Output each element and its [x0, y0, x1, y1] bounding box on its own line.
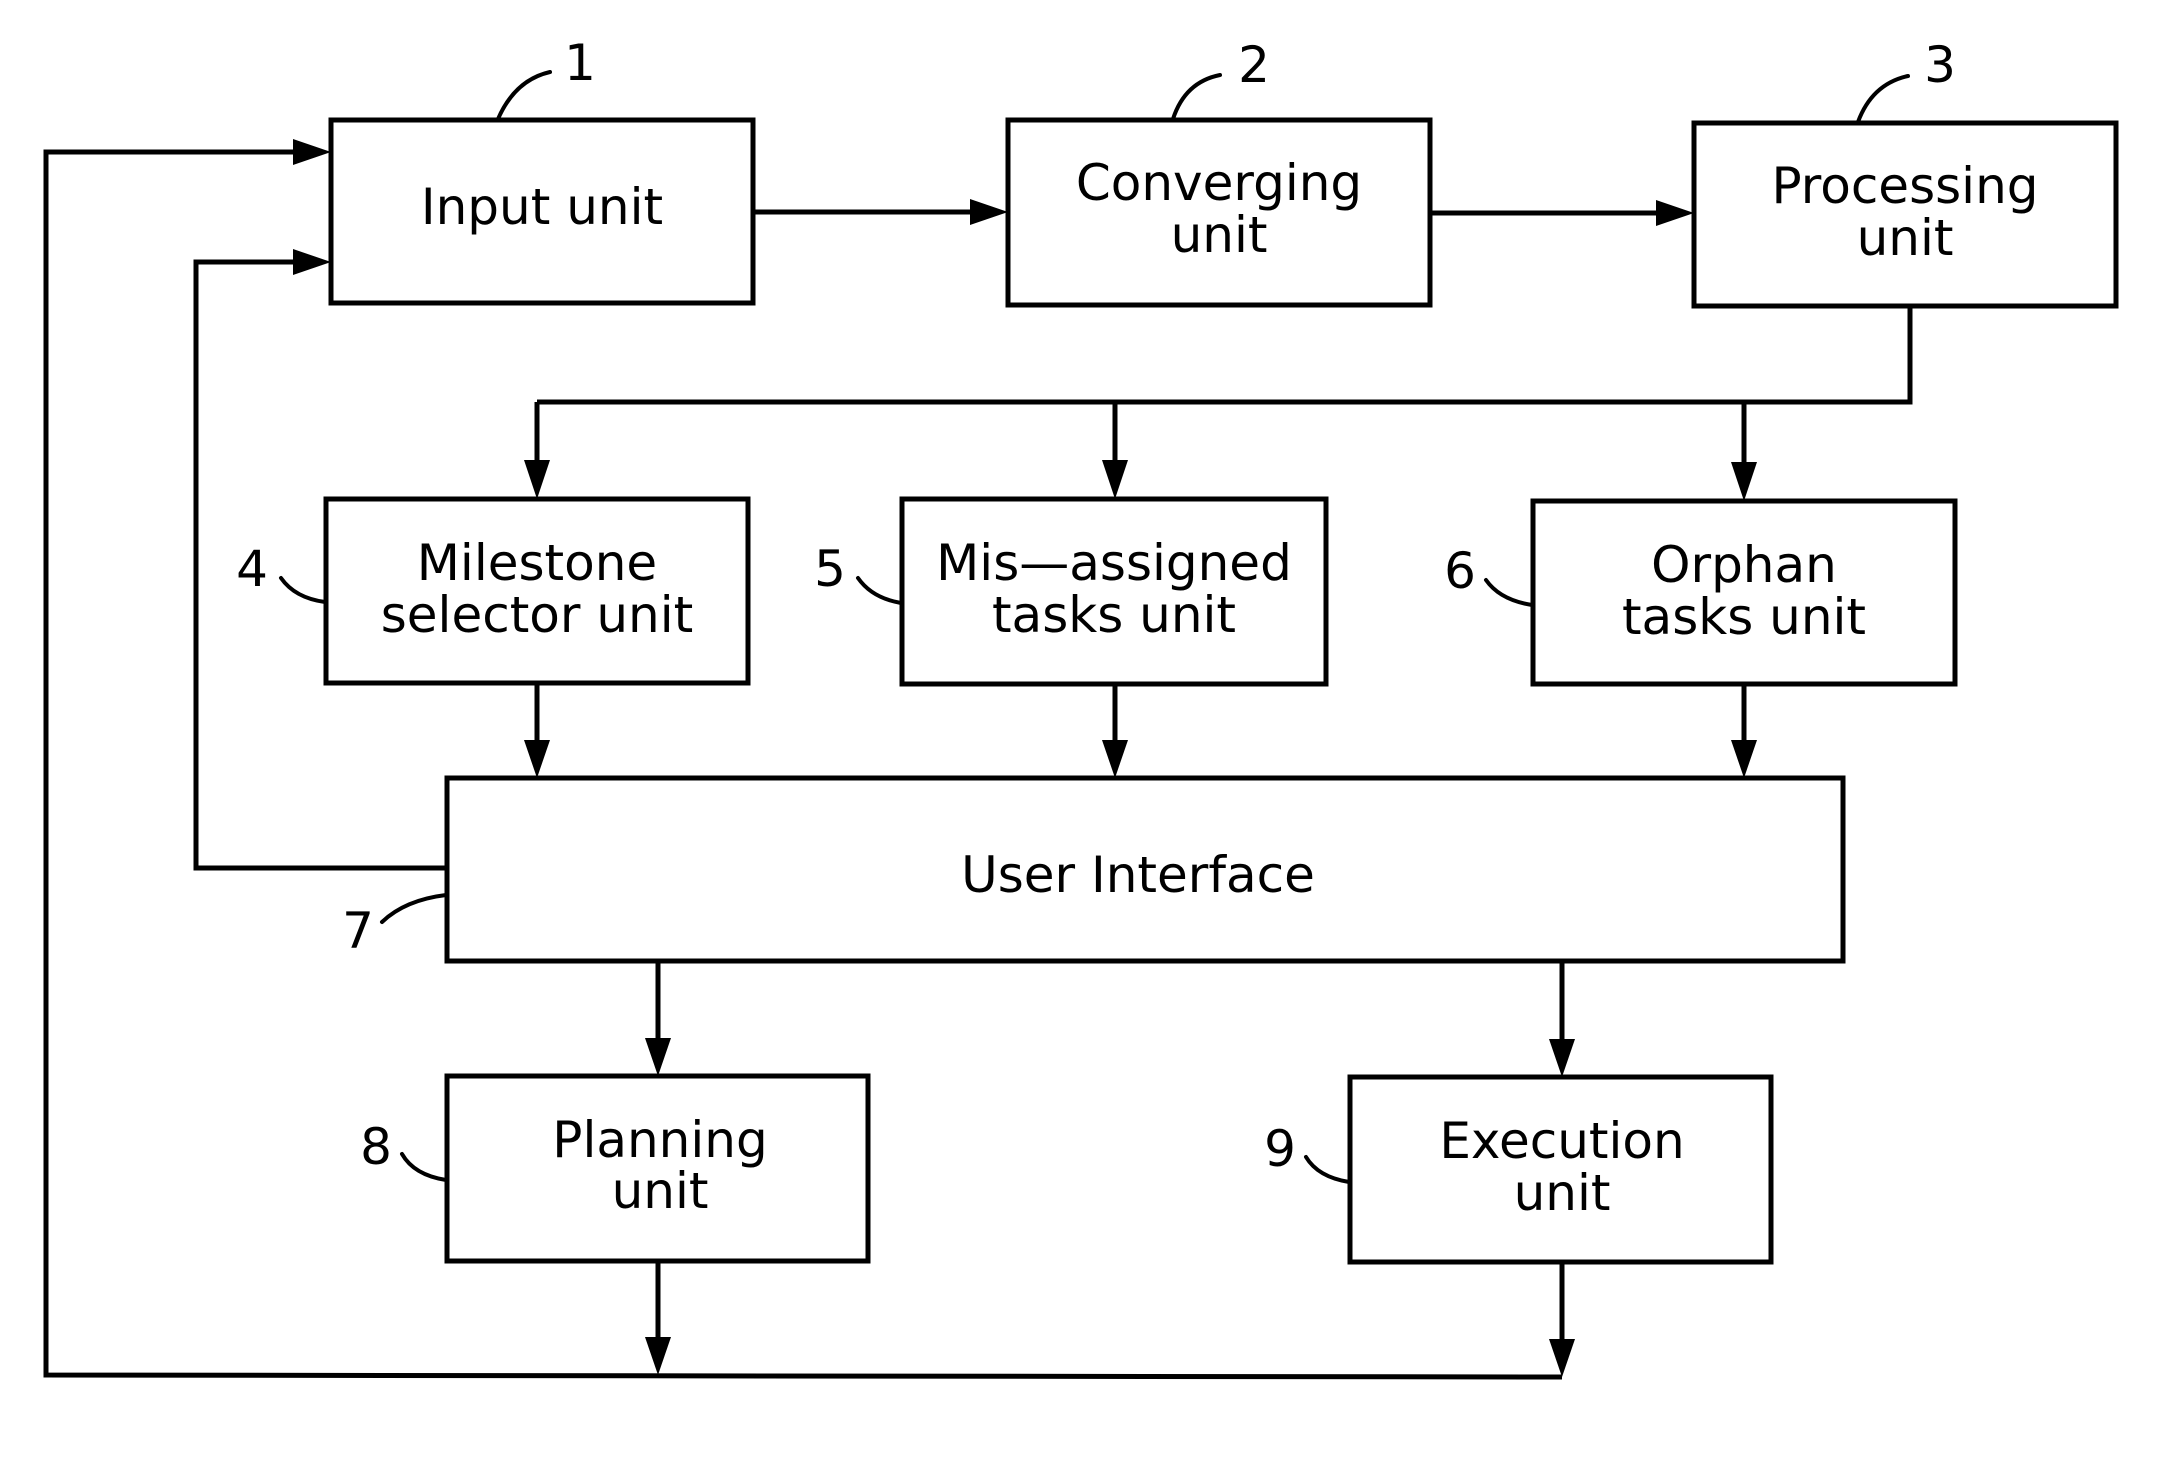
leader-5 — [856, 576, 903, 605]
wire-processing-bus — [537, 306, 1913, 405]
arrowhead-misassigned-in — [1102, 460, 1128, 499]
unit-orphan-tasks: Orphan tasks unit 6 — [1444, 498, 1958, 687]
unit-misassigned-tasks: Mis—assigned tasks unit 5 — [814, 496, 1329, 687]
unit-milestone-label-line1: Milestone — [417, 534, 657, 592]
unit-orphan-label-line2: tasks unit — [1622, 588, 1866, 646]
unit-converging: Converging unit 2 — [1005, 36, 1433, 308]
ref-number-1: 1 — [564, 34, 596, 92]
unit-misassigned-label-line2: tasks unit — [992, 586, 1236, 644]
leader-6 — [1484, 578, 1534, 607]
arrowhead-planning-in — [645, 1038, 671, 1076]
leader-1 — [496, 70, 552, 121]
arrowhead-converging-in — [970, 199, 1008, 225]
arrowhead-bottom-bus-1 — [645, 1337, 671, 1375]
arrowhead-input-in-1 — [293, 139, 331, 165]
leader-4 — [279, 576, 327, 604]
unit-planning-label-line1: Planning — [552, 1111, 767, 1169]
arrowhead-execution-in — [1549, 1039, 1575, 1077]
unit-misassigned-label-line1: Mis—assigned — [936, 534, 1292, 592]
ref-number-9: 9 — [1264, 1120, 1296, 1178]
unit-input: Input unit 1 — [328, 34, 756, 306]
ref-number-2: 2 — [1238, 36, 1270, 94]
unit-execution-label-line1: Execution — [1439, 1112, 1684, 1170]
leader-3 — [1856, 74, 1910, 124]
unit-converging-label-line1: Converging — [1076, 154, 1362, 212]
unit-execution-label-line2: unit — [1514, 1164, 1611, 1222]
unit-input-label: Input unit — [421, 178, 663, 236]
leader-2 — [1171, 73, 1222, 121]
unit-processing: Processing unit 3 — [1691, 36, 2119, 309]
unit-planning: Planning unit 8 — [360, 1073, 871, 1264]
unit-planning-label-line2: unit — [612, 1162, 709, 1220]
unit-processing-label-line2: unit — [1857, 209, 1954, 267]
arrowhead-processing-in — [1656, 200, 1694, 226]
ref-number-6: 6 — [1444, 542, 1476, 600]
arrowhead-orphan-in — [1731, 462, 1757, 501]
ref-number-8: 8 — [360, 1118, 392, 1176]
unit-milestone-label-line2: selector unit — [381, 586, 693, 644]
unit-converging-label-line2: unit — [1171, 206, 1268, 264]
arrowhead-milestone-in — [524, 460, 550, 499]
unit-execution: Execution unit 9 — [1264, 1074, 1774, 1265]
unit-ui-label: User Interface — [961, 846, 1315, 904]
leader-9 — [1304, 1155, 1351, 1184]
leader-8 — [400, 1152, 448, 1182]
block-diagram: Input unit 1 Converging unit 2 Processin… — [43, 34, 2119, 1380]
unit-processing-label-line1: Processing — [1772, 157, 2039, 215]
ref-number-7: 7 — [342, 902, 374, 960]
unit-milestone-selector: Milestone selector unit 4 — [236, 496, 751, 686]
unit-user-interface: User Interface 7 — [342, 775, 1846, 964]
arrowhead-bottom-bus-2 — [1549, 1339, 1575, 1377]
leader-7 — [380, 893, 448, 924]
ref-number-3: 3 — [1924, 36, 1956, 94]
arrowhead-input-in-2 — [293, 249, 331, 275]
arrowhead-ui-in-3 — [1731, 740, 1757, 778]
arrowhead-ui-in-2 — [1102, 740, 1128, 778]
arrowhead-ui-in-1 — [524, 740, 550, 778]
unit-orphan-label-line1: Orphan — [1651, 536, 1837, 594]
ref-number-4: 4 — [236, 540, 268, 598]
ref-number-5: 5 — [814, 540, 846, 598]
